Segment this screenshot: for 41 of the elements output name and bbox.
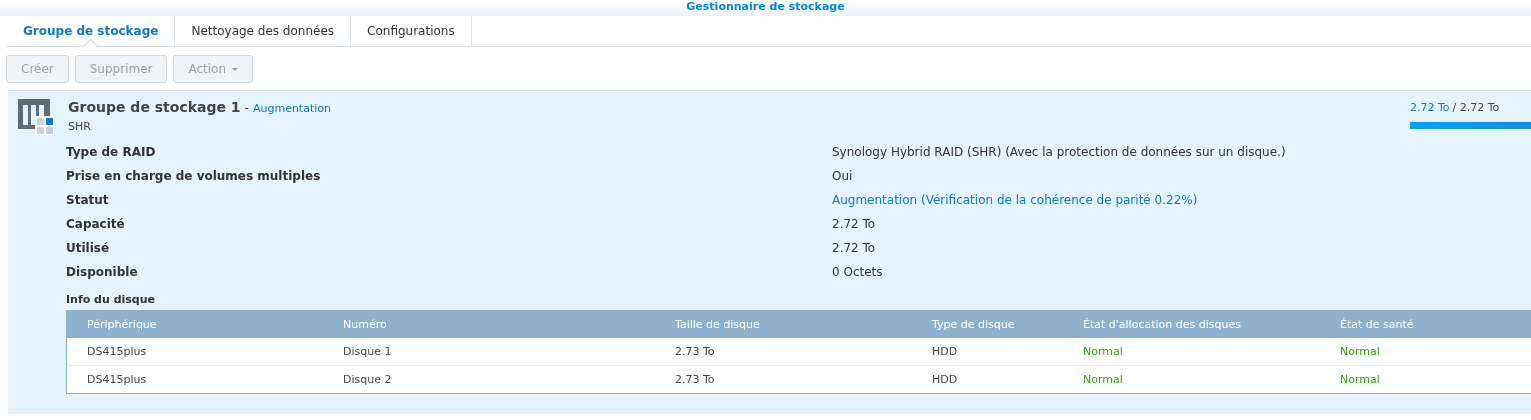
column-header: Numéro [342,317,388,333]
property-value: Synology Hybrid RAID (SHR) (Avec la protection de données sur un disque.) [832,144,1287,160]
property-label: Statut [66,192,110,208]
table-cell-text: HDD [931,344,959,360]
table-cell-text: 2.73 To [674,372,716,388]
status-cell-text: Normal [1339,344,1381,360]
property-link[interactable]: Augmentation (Vérification de la cohérence de parité 0.22%) [832,192,1531,208]
separator-text: - [244,101,249,115]
status-cell-text: Normal [1082,344,1124,360]
property-value: 0 Octets [832,264,884,280]
status-link[interactable]: Augmentation [252,102,331,115]
storage-pool-icon [18,99,54,135]
tab[interactable]: Nettoyage des données [175,16,352,46]
property-value: Oui [832,168,854,184]
table-cell-text: DS415plus [86,344,148,360]
column-header: État de santé [1339,317,1415,333]
table-cell-text: Disque 1 [342,344,393,360]
column-header: État d'allocation des disques [1082,317,1242,333]
property-label: Utilisé [66,240,111,256]
property-label: Disponible [66,264,139,280]
column-header: Type de disque [931,317,1016,333]
status-cell-text: Normal [1339,372,1381,388]
property-label: Capacité [66,216,126,232]
window-title: Gestionnaire de stockage [686,0,845,13]
property-label: Type de RAID [66,144,157,160]
column-header: Périphérique [86,317,158,333]
property-label: Prise en charge de volumes multiples [66,168,322,184]
table-cell-text: DS415plus [86,372,148,388]
used-capacity: 2.72 To [1410,101,1450,114]
raid-type-text: SHR [68,120,92,133]
status-cell-text: Normal [1082,372,1124,388]
table-cell-text: HDD [931,372,959,388]
table-cell-text: 2.73 To [674,344,716,360]
section-title: Info du disque [66,293,156,306]
property-value: 2.72 To [832,216,877,232]
tab[interactable]: Configurations [351,16,472,46]
table-cell-text: Disque 2 [342,372,393,388]
pool-title: Groupe de stockage 1 [68,99,241,115]
column-header: Taille de disque [674,317,761,333]
total-capacity: / 2.72 To [1452,101,1500,114]
property-value: 2.72 To [832,240,877,256]
